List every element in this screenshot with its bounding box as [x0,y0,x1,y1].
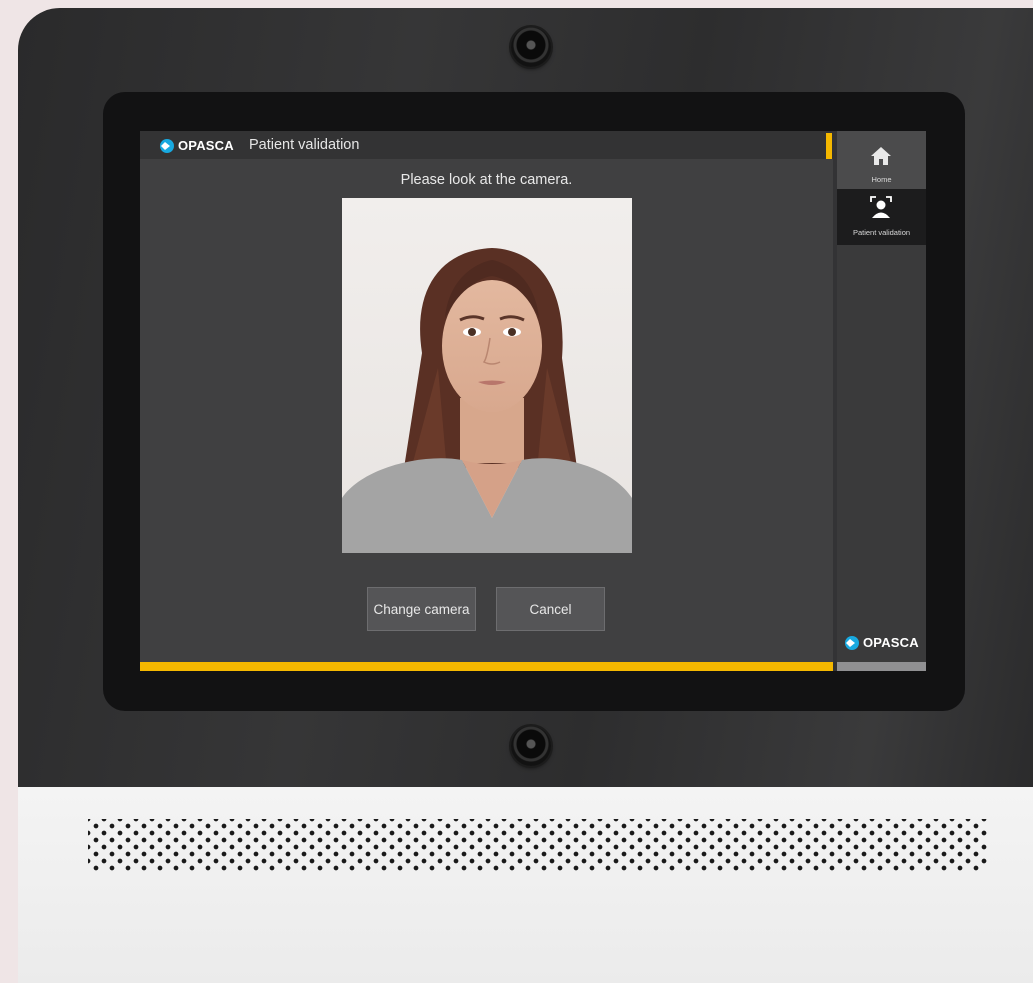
bottom-camera [511,726,551,766]
face-portrait-image [342,248,632,553]
cancel-button[interactable]: Cancel [496,587,605,631]
sidebar-logo: OPASCA [845,635,919,650]
title-bar: OPASCA Patient validation [140,131,833,159]
sidebar-item-label: Patient validation [852,228,911,237]
sidebar-brand: OPASCA [863,635,919,650]
top-camera [511,27,551,67]
kiosk-lower-panel [18,787,1033,983]
opasca-logo-icon [845,635,859,650]
instruction-text: Please look at the camera. [400,172,573,188]
header-logo: OPASCA [160,138,234,153]
opasca-logo-icon [160,138,174,153]
sidebar-item-label: Home [871,175,892,184]
change-camera-button[interactable]: Change camera [367,587,476,631]
accent-bar [140,662,833,671]
sidebar-item-patient-validation[interactable]: Patient validation [837,189,926,245]
header-brand: OPASCA [178,138,234,153]
kiosk-screen: OPASCA Patient validation Please look at… [140,131,926,671]
sidebar-bottom-bar [837,662,926,671]
sidebar: Home Patient validation OPASCA [837,131,926,671]
sidebar-item-home[interactable]: Home [837,131,926,189]
main-panel: OPASCA Patient validation Please look at… [140,131,833,671]
speaker-grille [88,819,988,871]
page-title: Patient validation [249,137,360,153]
accent-corner [826,133,832,159]
home-icon [871,147,891,165]
face-scan-icon [870,196,892,218]
camera-preview [342,198,632,553]
